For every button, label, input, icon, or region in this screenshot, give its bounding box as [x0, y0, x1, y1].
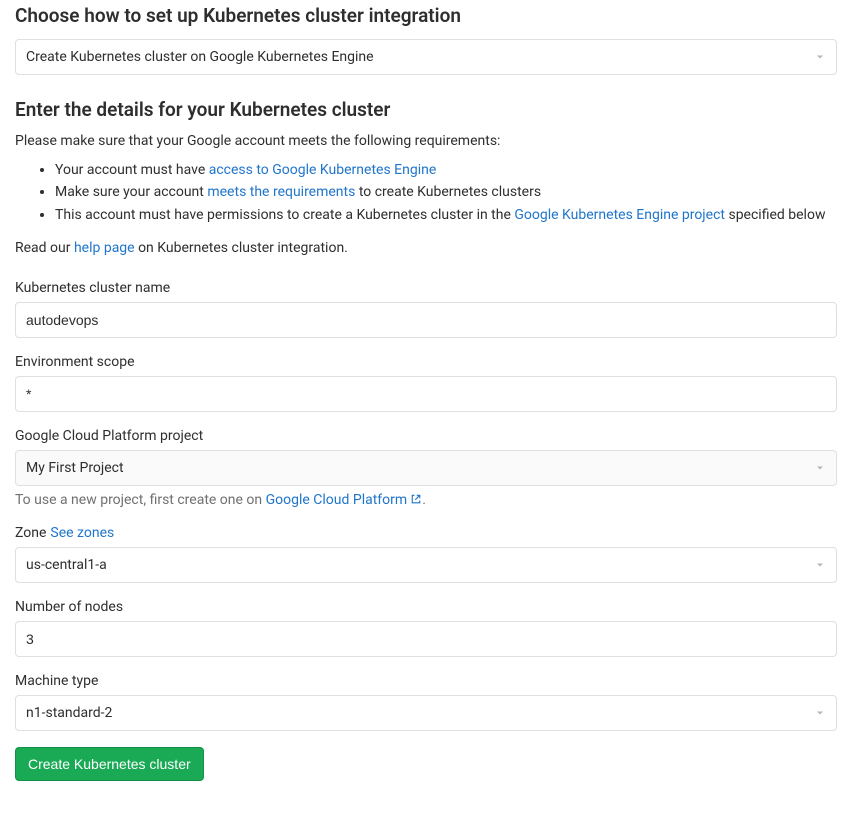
env-scope-input[interactable]: [15, 376, 837, 412]
see-zones-link[interactable]: See zones: [50, 525, 114, 547]
read-our-text: Read our help page on Kubernetes cluster…: [15, 240, 837, 256]
gcp-project-label: Google Cloud Platform project: [15, 428, 837, 444]
create-cluster-button[interactable]: Create Kubernetes cluster: [15, 747, 204, 781]
details-heading: Enter the details for your Kubernetes cl…: [15, 98, 837, 121]
requirement-item: Your account must have access to Google …: [55, 159, 837, 181]
chevron-down-icon: [814, 559, 826, 571]
machine-type-value: n1-standard-2: [26, 705, 112, 721]
gcp-project-dropdown[interactable]: My First Project: [15, 450, 837, 486]
requirement-item: This account must have permissions to cr…: [55, 204, 837, 226]
gcp-project-value: My First Project: [26, 460, 124, 476]
gke-project-link[interactable]: Google Kubernetes Engine project: [514, 207, 725, 223]
gcp-project-help: To use a new project, first create one o…: [15, 492, 837, 509]
help-page-link[interactable]: help page: [74, 240, 135, 256]
gcp-link[interactable]: Google Cloud Platform: [266, 492, 423, 508]
external-link-icon: [410, 493, 422, 509]
zone-value: us-central1-a: [26, 557, 107, 573]
meets-requirements-link[interactable]: meets the requirements: [207, 184, 355, 200]
requirement-item: Make sure your account meets the require…: [55, 181, 837, 203]
gke-access-link[interactable]: access to Google Kubernetes Engine: [209, 162, 437, 178]
zone-dropdown[interactable]: us-central1-a: [15, 547, 837, 583]
setup-heading: Choose how to set up Kubernetes cluster …: [15, 4, 837, 27]
requirements-list: Your account must have access to Google …: [15, 159, 837, 226]
cluster-name-label: Kubernetes cluster name: [15, 280, 837, 296]
machine-type-label: Machine type: [15, 673, 837, 689]
chevron-down-icon: [814, 51, 826, 63]
setup-method-dropdown[interactable]: Create Kubernetes cluster on Google Kube…: [15, 39, 837, 75]
zone-label: Zone: [15, 525, 46, 541]
cluster-name-input[interactable]: [15, 302, 837, 338]
machine-type-dropdown[interactable]: n1-standard-2: [15, 695, 837, 731]
env-scope-label: Environment scope: [15, 354, 837, 370]
chevron-down-icon: [814, 462, 826, 474]
setup-method-value: Create Kubernetes cluster on Google Kube…: [26, 49, 374, 65]
nodes-label: Number of nodes: [15, 599, 837, 615]
chevron-down-icon: [814, 707, 826, 719]
requirements-intro: Please make sure that your Google accoun…: [15, 133, 837, 149]
nodes-input[interactable]: [15, 621, 837, 657]
